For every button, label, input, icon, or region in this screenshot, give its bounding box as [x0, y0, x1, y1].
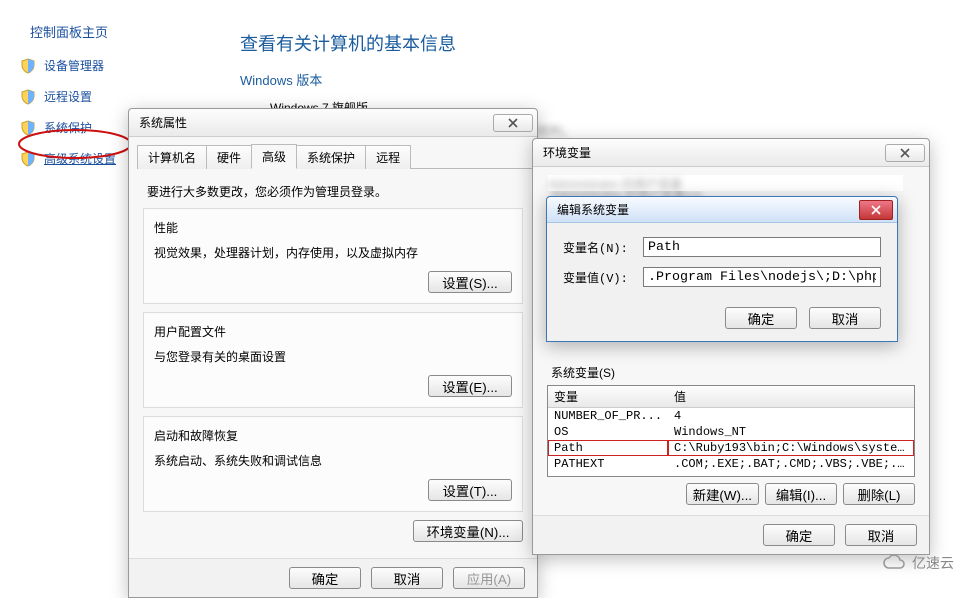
apply-button[interactable]: 应用(A): [453, 567, 525, 589]
table-row[interactable]: OSWindows_NT: [548, 424, 914, 440]
dialog-button-row: 确定 取消 应用(A): [129, 558, 537, 597]
sidebar-item-device-manager[interactable]: 设备管理器: [20, 57, 210, 74]
var-name-label: 变量名(N):: [563, 239, 643, 256]
cancel-button[interactable]: 取消: [371, 567, 443, 589]
environment-variables-button[interactable]: 环境变量(N)...: [413, 520, 523, 542]
dialog-title: 环境变量: [543, 144, 591, 161]
dialog-titlebar[interactable]: 系统属性: [129, 109, 537, 137]
ok-button[interactable]: 确定: [289, 567, 361, 589]
tab-strip: 计算机名 硬件 高级 系统保护 远程: [137, 143, 537, 169]
tab-computer-name[interactable]: 计算机名: [137, 145, 207, 169]
dialog-titlebar[interactable]: 编辑系统变量: [547, 197, 897, 223]
close-button[interactable]: [885, 144, 925, 162]
new-var-button[interactable]: 新建(W)...: [686, 483, 759, 505]
table-row-path[interactable]: PathC:\Ruby193\bin;C:\Windows\syste...: [548, 440, 914, 456]
col-value[interactable]: 值: [668, 386, 914, 408]
tab-hardware[interactable]: 硬件: [206, 145, 252, 169]
shield-icon: [20, 58, 36, 74]
dialog-titlebar[interactable]: 环境变量: [533, 139, 929, 167]
watermark-text: 亿速云: [912, 553, 954, 573]
cancel-button[interactable]: 取消: [845, 524, 917, 546]
user-profile-settings-button[interactable]: 设置(E)...: [428, 375, 512, 397]
sidebar-item-label: 设备管理器: [44, 57, 104, 74]
performance-header: 性能: [154, 219, 512, 236]
table-row[interactable]: NUMBER_OF_PR...4: [548, 408, 914, 425]
dialog-button-row: 确定 取消: [533, 515, 929, 554]
ok-button[interactable]: 确定: [725, 307, 797, 329]
close-icon: [508, 118, 518, 128]
startup-group: 启动和故障恢复 系统启动、系统失败和调试信息 设置(T)...: [143, 416, 523, 512]
shield-icon: [20, 89, 36, 105]
var-value-label: 变量值(V):: [563, 269, 643, 286]
var-name-input[interactable]: [643, 237, 881, 257]
sidebar-item-label: 高级系统设置: [44, 150, 116, 167]
tab-system-protection[interactable]: 系统保护: [296, 145, 366, 169]
tab-advanced[interactable]: 高级: [251, 144, 297, 169]
edit-system-variable-dialog: 编辑系统变量 变量名(N): 变量值(V): 确定 取消: [546, 196, 898, 342]
var-value-input[interactable]: [643, 267, 881, 287]
close-button[interactable]: [859, 200, 893, 220]
shield-icon: [20, 120, 36, 136]
sidebar-header: 控制面板主页: [30, 22, 210, 41]
dialog-title: 系统属性: [139, 114, 187, 131]
tab-remote[interactable]: 远程: [365, 145, 411, 169]
user-profile-group: 用户配置文件 与您登录有关的桌面设置 设置(E)...: [143, 312, 523, 408]
system-properties-dialog: 系统属性 计算机名 硬件 高级 系统保护 远程 要进行大多数更改，您必须作为管理…: [128, 108, 538, 598]
system-variables-label: 系统变量(S): [551, 364, 915, 381]
delete-var-button[interactable]: 删除(L): [843, 483, 915, 505]
system-variables-list[interactable]: 变量 值 NUMBER_OF_PR...4 OSWindows_NT PathC…: [547, 385, 915, 477]
ok-button[interactable]: 确定: [763, 524, 835, 546]
close-icon: [871, 205, 881, 215]
performance-group: 性能 视觉效果，处理器计划，内存使用，以及虚拟内存 设置(S)...: [143, 208, 523, 304]
admin-required-text: 要进行大多数更改，您必须作为管理员登录。: [147, 183, 523, 200]
edit-var-button[interactable]: 编辑(I)...: [765, 483, 837, 505]
startup-header: 启动和故障恢复: [154, 427, 512, 444]
cancel-button[interactable]: 取消: [809, 307, 881, 329]
dialog-title: 编辑系统变量: [557, 201, 629, 218]
user-profile-text: 与您登录有关的桌面设置: [154, 348, 512, 365]
col-name[interactable]: 变量: [548, 386, 668, 408]
sidebar-item-label: 远程设置: [44, 88, 92, 105]
close-button[interactable]: [493, 114, 533, 132]
sidebar-item-label: 系统保护: [44, 119, 92, 136]
startup-text: 系统启动、系统失败和调试信息: [154, 452, 512, 469]
performance-text: 视觉效果，处理器计划，内存使用，以及虚拟内存: [154, 244, 512, 261]
close-icon: [900, 148, 910, 158]
windows-edition-header: Windows 版本: [240, 70, 940, 89]
cloud-icon: [882, 554, 908, 572]
blurred-overlay: Administrator 的用户变量: [548, 175, 903, 191]
startup-settings-button[interactable]: 设置(T)...: [428, 479, 512, 501]
page-title: 查看有关计算机的基本信息: [240, 30, 940, 56]
performance-settings-button[interactable]: 设置(S)...: [428, 271, 512, 293]
table-row[interactable]: PATHEXT.COM;.EXE;.BAT;.CMD;.VBS;.VBE;...: [548, 456, 914, 472]
watermark: 亿速云: [882, 553, 954, 573]
sidebar-item-remote-settings[interactable]: 远程设置: [20, 88, 210, 105]
user-profile-header: 用户配置文件: [154, 323, 512, 340]
shield-icon: [20, 151, 36, 167]
